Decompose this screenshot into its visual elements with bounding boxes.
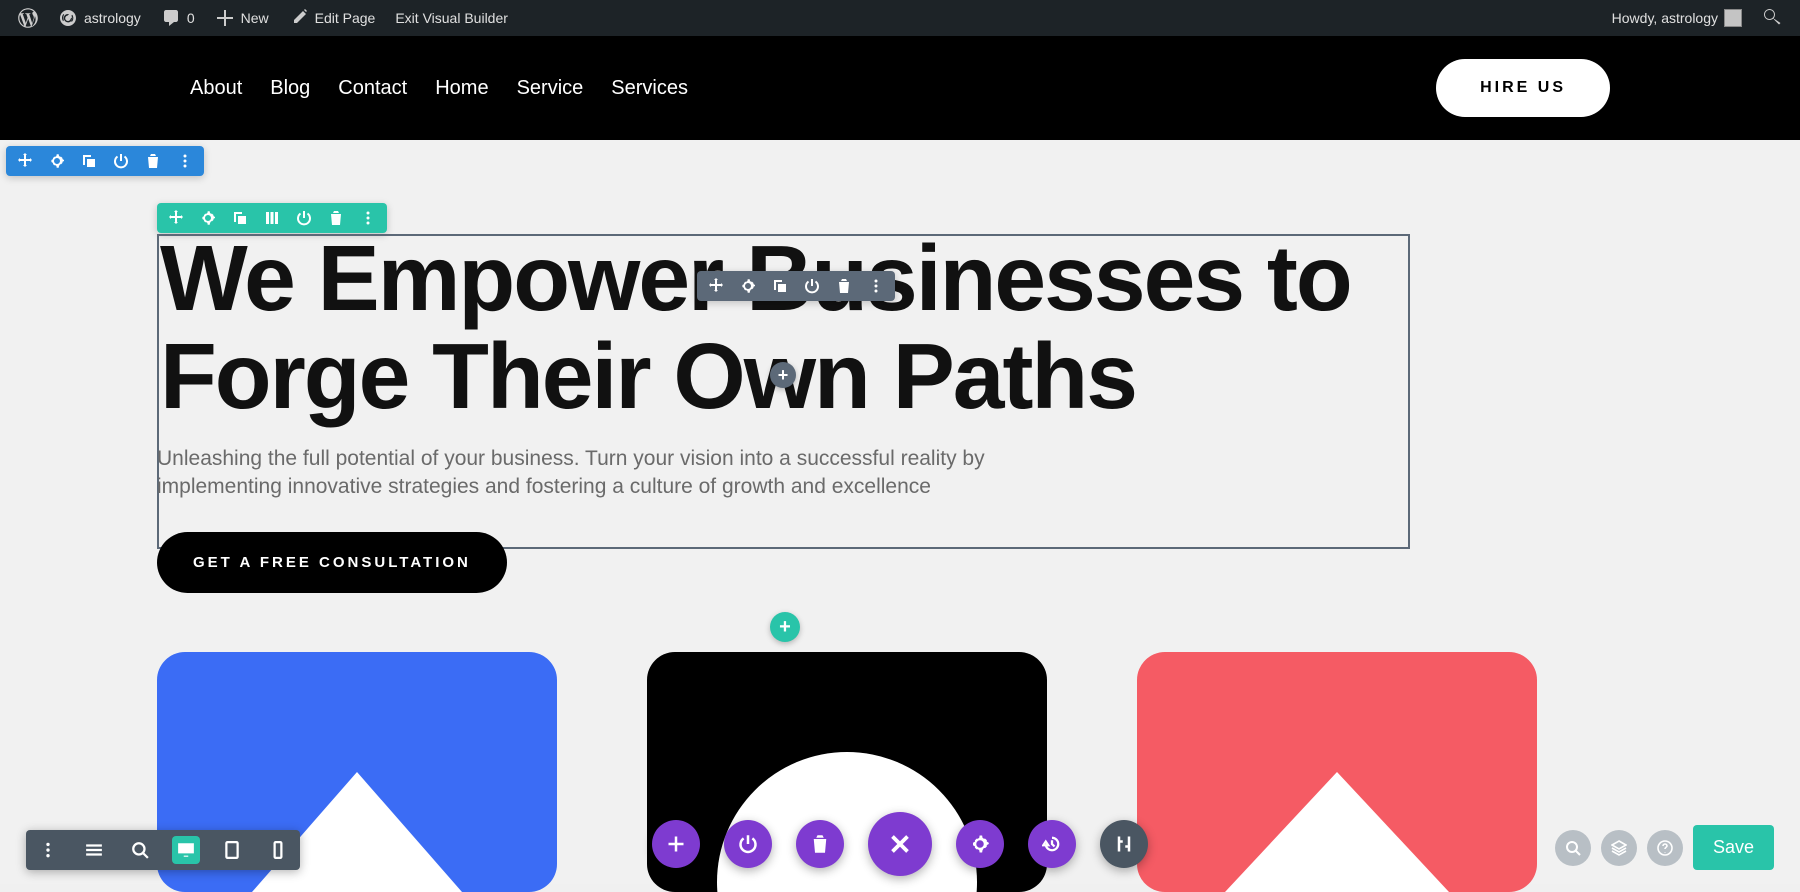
trash-icon[interactable] [835,277,853,295]
close-builder-button[interactable] [868,812,932,876]
exit-vb-label: Exit Visual Builder [395,10,508,26]
more-icon[interactable] [359,209,377,227]
comment-icon [161,8,181,28]
phone-icon[interactable] [264,836,292,864]
wordpress-icon [18,8,38,28]
cta-button[interactable]: GET A FREE CONSULTATION [157,532,507,593]
builder-center-controls [652,812,1148,876]
nav-service[interactable]: Service [517,77,584,100]
edit-page-link[interactable]: Edit Page [279,0,386,36]
new-label: New [241,10,269,26]
zoom-icon[interactable] [126,836,154,864]
move-icon[interactable] [707,277,725,295]
site-name-menu[interactable]: astrology [48,0,151,36]
primary-nav: About Blog Contact Home Service Services [190,77,688,100]
find-replace-button[interactable] [1555,830,1591,866]
settings-sliders-button[interactable] [1100,820,1148,868]
avatar [1724,9,1742,27]
hero-title[interactable]: We Empower Businesses to Forge Their Own… [160,230,1410,425]
more-icon[interactable] [34,836,62,864]
search-toggle[interactable] [1752,0,1792,36]
user-account-menu[interactable]: Howdy, astrology [1602,0,1752,36]
move-icon[interactable] [16,152,34,170]
clear-layout-button[interactable] [796,820,844,868]
duplicate-icon[interactable] [231,209,249,227]
builder-view-toolbar [26,830,300,870]
duplicate-icon[interactable] [771,277,789,295]
add-row-button[interactable]: + [770,612,800,642]
wp-admin-bar: astrology 0 New Edit Page Exit Visual Bu… [0,0,1800,36]
module-toolbar [697,271,895,301]
save-button[interactable]: Save [1693,825,1774,870]
hire-us-button[interactable]: HIRE US [1436,59,1610,117]
page-canvas: We Empower Businesses to Forge Their Own… [0,140,1800,884]
nav-blog[interactable]: Blog [270,77,310,100]
comments-menu[interactable]: 0 [151,0,205,36]
howdy-text: Howdy, astrology [1612,10,1718,26]
nav-home[interactable]: Home [435,77,488,100]
wp-logo-menu[interactable] [8,0,48,36]
pencil-icon [289,8,309,28]
gear-icon[interactable] [199,209,217,227]
dashboard-icon [58,8,78,28]
columns-icon[interactable] [263,209,281,227]
more-icon[interactable] [176,152,194,170]
wireframe-icon[interactable] [80,836,108,864]
nav-contact[interactable]: Contact [338,77,407,100]
page-settings-power-button[interactable] [724,820,772,868]
section-toolbar [6,146,204,176]
power-icon[interactable] [803,277,821,295]
history-button[interactable] [1028,820,1076,868]
trash-icon[interactable] [144,152,162,170]
layers-button[interactable] [1601,830,1637,866]
search-icon [1762,8,1782,28]
site-header: About Blog Contact Home Service Services… [0,36,1800,140]
comments-count: 0 [187,10,195,26]
edit-page-label: Edit Page [315,10,376,26]
feature-card-3[interactable] [1137,652,1537,892]
power-icon[interactable] [112,152,130,170]
nav-about[interactable]: About [190,77,242,100]
help-button[interactable] [1647,830,1683,866]
plus-icon [215,8,235,28]
duplicate-icon[interactable] [80,152,98,170]
more-icon[interactable] [867,277,885,295]
builder-right-controls: Save [1555,825,1774,870]
desktop-icon[interactable] [172,836,200,864]
gear-icon[interactable] [48,152,66,170]
hero-subtitle[interactable]: Unleashing the full potential of your bu… [157,445,1107,502]
new-content-menu[interactable]: New [205,0,279,36]
exit-visual-builder-link[interactable]: Exit Visual Builder [385,0,518,36]
power-icon[interactable] [295,209,313,227]
page-settings-gear-button[interactable] [956,820,1004,868]
site-name-text: astrology [84,10,141,26]
trash-icon[interactable] [327,209,345,227]
move-icon[interactable] [167,209,185,227]
add-module-button[interactable]: + [770,362,796,388]
nav-services[interactable]: Services [611,77,688,100]
tablet-icon[interactable] [218,836,246,864]
add-section-button[interactable] [652,820,700,868]
gear-icon[interactable] [739,277,757,295]
